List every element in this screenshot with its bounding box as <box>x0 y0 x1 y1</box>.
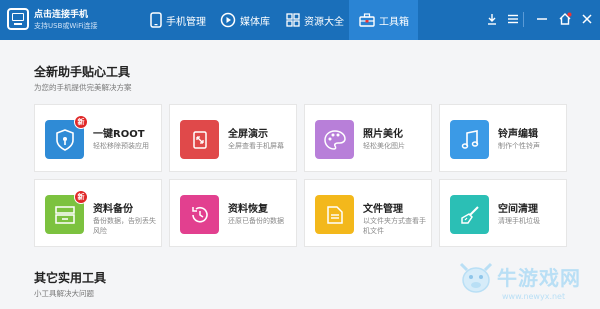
minimize-icon[interactable] <box>535 11 549 27</box>
divider <box>523 12 524 27</box>
section-title: 其它实用工具 <box>34 271 107 285</box>
tool-name: 全屏演示 <box>228 129 268 140</box>
tab-label: 工具箱 <box>379 16 409 28</box>
clock-icon <box>191 206 208 223</box>
shield-icon <box>55 128 74 151</box>
toolbox-icon <box>359 13 375 27</box>
tool-desc: 轻松美化图片 <box>363 142 405 150</box>
tool-card-restore[interactable]: 资料恢复 还原已备份的数据 <box>169 179 297 247</box>
phone-icon <box>150 12 162 28</box>
tab-phone-manager[interactable]: 手机管理 <box>148 0 220 40</box>
palette-icon <box>323 129 346 150</box>
tool-name: 文件管理 <box>363 204 403 215</box>
tool-name: 一键ROOT <box>93 129 145 140</box>
tool-card-root[interactable]: 新 一键ROOT 轻松移除预装应用 <box>34 104 162 172</box>
tool-card-backup[interactable]: 新 资料备份 备份数据，告别丢失风险 <box>34 179 162 247</box>
tool-name: 铃声编辑 <box>498 129 538 140</box>
section-subtitle: 为您的手机提供完美解决方案 <box>34 83 132 92</box>
app-subtitle: 支持USB或WiFi连接 <box>34 22 98 30</box>
tool-card-photo[interactable]: 照片美化 轻松美化图片 <box>304 104 432 172</box>
tool-desc: 清理手机垃圾 <box>498 217 540 225</box>
tool-desc: 制作个性铃声 <box>498 142 540 150</box>
folder-icon <box>326 205 343 224</box>
tool-desc: 备份数据，告别丢失风险 <box>93 217 156 235</box>
watermark-text: 牛游戏网 <box>497 266 581 290</box>
tool-desc: 还原已备份的数据 <box>228 217 284 225</box>
section-title: 全新助手贴心工具 <box>34 65 131 79</box>
tool-card-cleanup[interactable]: 空间清理 清理手机垃圾 <box>439 179 567 247</box>
app-title[interactable]: 点击连接手机 <box>34 7 88 20</box>
tab-label: 资源大全 <box>304 16 344 28</box>
menu-icon[interactable] <box>506 11 520 27</box>
tool-desc: 轻松移除预装应用 <box>93 142 149 150</box>
home-icon[interactable] <box>558 11 572 27</box>
tab-label: 手机管理 <box>166 16 206 28</box>
tab-toolbox[interactable]: 工具箱 <box>349 0 418 40</box>
grid-icon <box>286 13 300 27</box>
play-icon <box>220 12 236 28</box>
tab-media-library[interactable]: 媒体库 <box>220 0 284 40</box>
tool-name: 空间清理 <box>498 204 538 215</box>
download-icon[interactable] <box>485 11 499 27</box>
tool-card-fullscreen[interactable]: 全屏演示 全屏查看手机屏幕 <box>169 104 297 172</box>
mascot-logo <box>459 262 493 293</box>
tool-name: 资料备份 <box>93 204 133 215</box>
new-badge: 新 <box>74 115 88 129</box>
fullscreen-icon <box>192 130 207 149</box>
tab-resources[interactable]: 资源大全 <box>286 0 348 40</box>
tool-card-file-manager[interactable]: 文件管理 以文件夹方式查看手机文件 <box>304 179 432 247</box>
brush-icon <box>460 205 479 224</box>
connect-phone-icon[interactable] <box>7 8 29 30</box>
tool-desc: 全屏查看手机屏幕 <box>228 142 284 150</box>
new-badge: 新 <box>74 190 88 204</box>
watermark-url: www.newyx.net <box>502 292 566 301</box>
title-bar: 点击连接手机 支持USB或WiFi连接 手机管理 媒体库 资源大全 工具箱 <box>0 0 600 40</box>
backup-icon <box>54 205 75 224</box>
tool-card-ringtone[interactable]: 铃声编辑 制作个性铃声 <box>439 104 567 172</box>
section-subtitle: 小工具解决大问题 <box>34 289 94 298</box>
music-note-icon <box>461 129 478 149</box>
close-icon[interactable] <box>580 11 594 27</box>
tool-desc: 以文件夹方式查看手机文件 <box>363 217 426 235</box>
tool-name: 资料恢复 <box>228 204 268 215</box>
tab-label: 媒体库 <box>240 16 270 28</box>
tool-name: 照片美化 <box>363 129 403 140</box>
